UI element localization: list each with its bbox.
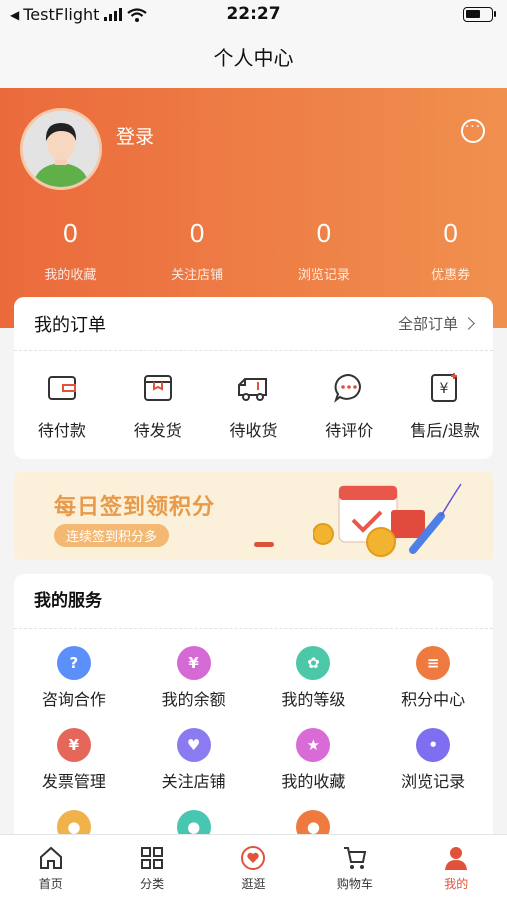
service-followed-shops[interactable]: ♥ 关注店铺 [134, 728, 254, 810]
tab-label: 购物车 [336, 877, 373, 891]
service-level[interactable]: ✿ 我的等级 [254, 646, 374, 728]
service-favorites[interactable]: ★ 我的收藏 [254, 728, 374, 810]
profile-header: 登录 ··· 0 我的收藏 0 关注店铺 0 浏览记录 0 优惠券 [0, 88, 507, 328]
stat-coupons[interactable]: 0 优惠券 [380, 216, 507, 283]
stat-favorites[interactable]: 0 我的收藏 [0, 216, 127, 283]
service-label: 浏览记录 [401, 772, 466, 791]
calendar-coins-illustration [313, 483, 462, 557]
service-label: 积分中心 [401, 690, 466, 709]
carousel-indicator [254, 542, 274, 547]
tab-discover[interactable]: 逛逛 [203, 835, 304, 900]
all-orders-label: 全部订单 [397, 315, 458, 333]
order-pending-review[interactable]: 待评价 [301, 371, 397, 441]
tab-label: 首页 [38, 877, 63, 891]
banner-subtitle: 连续签到积分多 [54, 524, 170, 547]
svg-text:¥: ¥ [440, 381, 449, 397]
service-label: 我的等级 [281, 690, 346, 709]
home-icon [39, 846, 62, 869]
chevron-right-icon [462, 317, 475, 330]
invoice-icon: ¥ [56, 728, 91, 762]
order-pending-receipt[interactable]: 待收货 [206, 371, 302, 441]
all-orders-link[interactable]: 全部订单 [397, 313, 475, 334]
service-label: 咨询合作 [41, 690, 106, 709]
stat-value: 0 [63, 218, 78, 248]
battery-icon [463, 7, 496, 22]
avatar[interactable] [20, 108, 102, 190]
check-in-banner[interactable]: 每日签到领积分 连续签到积分多 [14, 472, 493, 560]
tab-cart[interactable]: 购物车 [304, 835, 405, 900]
service-label: 我的余额 [161, 690, 226, 709]
tab-label: 逛逛 [241, 877, 266, 891]
chat-icon [334, 373, 362, 403]
tab-label: 我的 [444, 877, 469, 891]
status-bar: ◀ TestFlight 22:27 [0, 0, 507, 30]
footprint-icon: • [416, 728, 451, 762]
stat-label: 我的收藏 [44, 268, 97, 283]
profile-stats: 0 我的收藏 0 关注店铺 0 浏览记录 0 优惠券 [0, 216, 507, 283]
question-icon: ? [56, 646, 91, 680]
service-history[interactable]: • 浏览记录 [373, 728, 493, 810]
tab-home[interactable]: 首页 [0, 835, 101, 900]
service-label: 我的收藏 [281, 772, 346, 791]
coins-icon: ≡ [416, 646, 451, 680]
tab-category[interactable]: 分类 [101, 835, 202, 900]
service-label: 发票管理 [41, 772, 106, 791]
service-invoice[interactable]: ¥ 发票管理 [14, 728, 134, 810]
person-icon [445, 847, 468, 870]
orders-header: 我的订单 全部订单 [14, 297, 493, 351]
tab-mine[interactable]: 我的 [406, 835, 507, 900]
cart-icon [343, 847, 367, 869]
banner-title: 每日签到领积分 [54, 495, 216, 520]
star-icon: ★ [296, 728, 331, 762]
stat-history[interactable]: 0 浏览记录 [254, 216, 381, 283]
order-status-label: 待评价 [325, 421, 374, 440]
medal-icon: ✿ [296, 646, 331, 680]
box-icon [143, 375, 172, 401]
clock: 22:27 [226, 4, 281, 24]
heart-icon: ♥ [176, 728, 211, 762]
stat-followed-shops[interactable]: 0 关注店铺 [127, 216, 254, 283]
refund-icon: ¥ [431, 373, 458, 402]
page-title: 个人中心 [0, 30, 507, 88]
stat-label: 关注店铺 [171, 268, 224, 283]
orders-card: 我的订单 全部订单 待付款 待发货 待收货 待评价 ¥ 售后/退款 [14, 297, 493, 459]
order-status-label: 待收货 [229, 421, 278, 440]
services-card: 我的服务 ? 咨询合作 ¥ 我的余额 ✿ 我的等级 ≡ 积分中心 ¥ 发票管理 … [14, 574, 493, 864]
stat-label: 优惠券 [431, 268, 471, 283]
order-pending-payment[interactable]: 待付款 [14, 371, 110, 441]
order-status-row: 待付款 待发货 待收货 待评价 ¥ 售后/退款 [14, 351, 493, 441]
service-consulting[interactable]: ? 咨询合作 [14, 646, 134, 728]
service-balance[interactable]: ¥ 我的余额 [134, 646, 254, 728]
heart-chat-icon [241, 846, 266, 870]
order-status-label: 待付款 [37, 421, 86, 440]
services-title: 我的服务 [14, 574, 493, 629]
money-bag-icon: ¥ [176, 646, 211, 680]
wallet-icon [47, 376, 76, 400]
order-status-label: 售后/退款 [410, 421, 480, 440]
stat-value: 0 [316, 218, 332, 248]
service-label: 关注店铺 [161, 772, 226, 791]
tab-bar: 首页 分类 逛逛 购物车 我的 [0, 834, 507, 900]
stat-value: 0 [189, 218, 205, 248]
default-avatar-icon [23, 111, 99, 187]
stat-label: 浏览记录 [297, 268, 350, 283]
stat-value: 0 [443, 218, 458, 248]
service-points[interactable]: ≡ 积分中心 [373, 646, 493, 728]
order-after-sales[interactable]: ¥ 售后/退款 [397, 371, 493, 441]
grid-icon [141, 847, 164, 869]
login-link[interactable]: 登录 [116, 122, 154, 149]
truck-icon [238, 378, 268, 401]
orders-title: 我的订单 [34, 314, 106, 336]
order-pending-shipment[interactable]: 待发货 [110, 371, 206, 441]
tab-label: 分类 [140, 877, 165, 891]
order-status-label: 待发货 [133, 421, 182, 440]
more-options-icon[interactable]: ··· [461, 119, 485, 143]
